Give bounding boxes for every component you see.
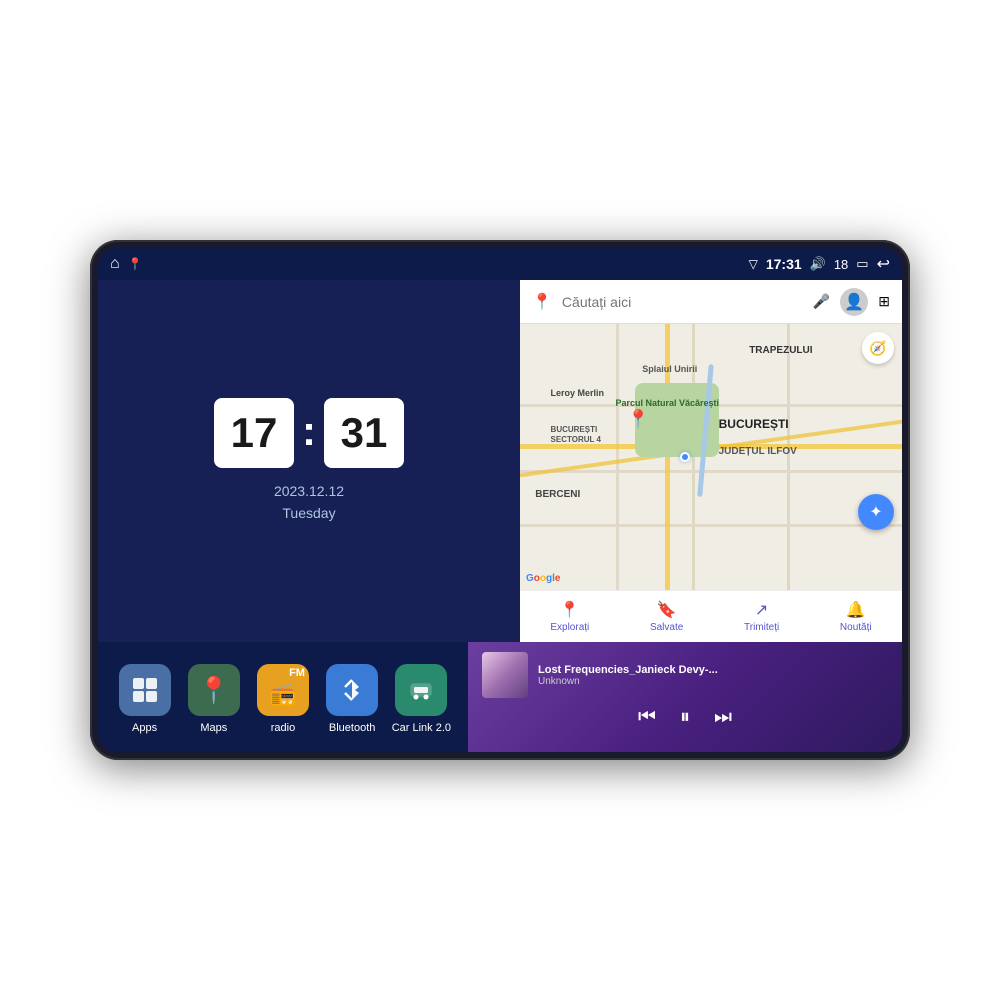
maps-icon-app: 📍 (188, 664, 240, 716)
next-button[interactable]: ⏭ (714, 706, 732, 729)
map-label-leroy: Leroy Merlin (551, 388, 605, 398)
google-logo: Google (526, 573, 560, 584)
status-left: ⌂ 📍 (110, 255, 143, 273)
play-pause-button[interactable]: ⏸ (680, 706, 690, 729)
explore-icon: 📍 (560, 600, 580, 620)
app-item-carlink[interactable]: Car Link 2.0 (391, 664, 451, 734)
map-nav-explore[interactable]: 📍 Explorați (542, 596, 597, 637)
music-panel: Lost Frequencies_Janieck Devy-... Unknow… (468, 642, 902, 752)
apps-row: Apps 📍 Maps FM 📻 radio (98, 642, 468, 752)
app-item-bluetooth[interactable]: Bluetooth (322, 664, 382, 734)
map-label-parc: Parcul Natural Văcărești (616, 398, 720, 408)
signal-icon: ▽ (749, 257, 758, 271)
radio-label: radio (271, 722, 295, 734)
apps-icon (119, 664, 171, 716)
compass-btn[interactable]: 🧭 (862, 332, 894, 364)
maps-nav-icon[interactable]: 📍 (128, 257, 143, 271)
clock-hour: 17 (214, 398, 294, 468)
map-nav-bar: 📍 Explorați 🔖 Salvate ↗ Trimiteți 🔔 Nout… (520, 590, 902, 642)
maps-label: Maps (200, 722, 227, 734)
bottom-section: Apps 📍 Maps FM 📻 radio (98, 642, 902, 752)
clock-date-text: 2023.12.12 (274, 480, 344, 502)
map-label-berceni: BERCENI (535, 489, 580, 500)
music-title: Lost Frequencies_Janieck Devy-... (538, 664, 888, 676)
music-controls: ⏮ ⏸ ⏭ (482, 706, 888, 729)
saved-label: Salvate (650, 622, 683, 633)
home-icon[interactable]: ⌂ (110, 255, 120, 273)
map-search-bar: 📍 🎤 👤 ⊞ (520, 280, 902, 324)
google-maps-icon: 📍 (532, 292, 552, 312)
back-icon[interactable]: ↩ (877, 254, 890, 274)
saved-icon: 🔖 (657, 600, 677, 620)
thumbnail-image (482, 652, 528, 698)
prev-button[interactable]: ⏮ (638, 706, 656, 729)
apps-label: Apps (132, 722, 157, 734)
clock-date: 2023.12.12 Tuesday (274, 480, 344, 525)
news-icon: 🔔 (846, 600, 866, 620)
main-content: 17 : 31 2023.12.12 Tuesday 📍 🎤 👤 (98, 280, 902, 642)
navigate-btn[interactable]: ✦ (858, 494, 894, 530)
music-artist: Unknown (538, 676, 888, 687)
map-nav-news[interactable]: 🔔 Noutăți (832, 596, 880, 637)
bluetooth-icon-app (326, 664, 378, 716)
status-right: ▽ 17:31 🔊 18 ▭ ↩ (749, 254, 890, 274)
battery-icon: ▭ (856, 256, 868, 272)
device-frame: ⌂ 📍 ▽ 17:31 🔊 18 ▭ ↩ 17 : 31 (90, 240, 910, 760)
app-item-apps[interactable]: Apps (115, 664, 175, 734)
share-label: Trimiteți (744, 622, 779, 633)
map-panel: 📍 🎤 👤 ⊞ (520, 280, 902, 642)
clock-widget: 17 : 31 2023.12.12 Tuesday (98, 280, 520, 642)
status-bar: ⌂ 📍 ▽ 17:31 🔊 18 ▭ ↩ (98, 248, 902, 280)
map-controls: 🧭 (862, 332, 894, 364)
volume-level: 18 (834, 257, 848, 272)
clock-display: 17 : 31 (214, 398, 404, 468)
time-display: 17:31 (766, 256, 802, 272)
map-area[interactable]: TRAPEZULUI BUCUREȘTI JUDEȚUL ILFOV BERCE… (520, 324, 902, 590)
device-screen: ⌂ 📍 ▽ 17:31 🔊 18 ▭ ↩ 17 : 31 (98, 248, 902, 752)
clock-minute: 31 (324, 398, 404, 468)
music-thumbnail (482, 652, 528, 698)
music-info: Lost Frequencies_Janieck Devy-... Unknow… (482, 652, 888, 698)
map-label-bucuresti: BUCUREȘTI (719, 417, 789, 431)
location-dot (680, 452, 690, 462)
map-nav-share[interactable]: ↗ Trimiteți (736, 596, 787, 637)
app-item-radio[interactable]: FM 📻 radio (253, 664, 313, 734)
layers-icon[interactable]: ⊞ (878, 293, 890, 310)
explore-label: Explorați (550, 622, 589, 633)
account-icon[interactable]: 👤 (840, 288, 868, 316)
news-label: Noutăți (840, 622, 872, 633)
clock-colon: : (302, 407, 316, 455)
voice-search-icon[interactable]: 🎤 (813, 293, 830, 310)
map-label-sector4: BUCUREȘTISECTORUL 4 (551, 425, 601, 446)
bluetooth-label: Bluetooth (329, 722, 375, 734)
map-label-ilfov: JUDEȚUL ILFOV (719, 446, 797, 457)
app-item-maps[interactable]: 📍 Maps (184, 664, 244, 734)
map-background: TRAPEZULUI BUCUREȘTI JUDEȚUL ILFOV BERCE… (520, 324, 902, 590)
music-text: Lost Frequencies_Janieck Devy-... Unknow… (538, 664, 888, 687)
volume-icon: 🔊 (810, 256, 826, 272)
carlink-icon-app (395, 664, 447, 716)
map-label-trapezului: TRAPEZULUI (749, 345, 812, 356)
map-pin-parc: 📍 (627, 409, 649, 430)
map-nav-saved[interactable]: 🔖 Salvate (642, 596, 691, 637)
carlink-label: Car Link 2.0 (392, 722, 451, 734)
map-label-splaiul: Splaiul Unirii (642, 364, 697, 374)
map-search-input[interactable] (562, 294, 803, 310)
share-icon: ↗ (755, 600, 768, 620)
clock-day-text: Tuesday (274, 502, 344, 524)
radio-icon-app: FM 📻 (257, 664, 309, 716)
